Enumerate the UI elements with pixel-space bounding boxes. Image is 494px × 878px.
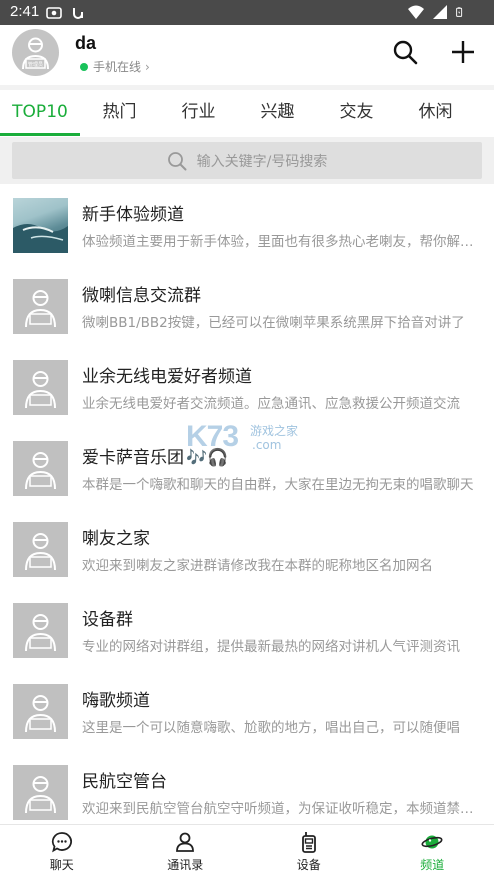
nav-chat[interactable]: 聊天: [0, 825, 124, 878]
walkie-talkie-icon: [301, 832, 316, 853]
channel-name: 微喇信息交流群: [82, 286, 201, 306]
nav-device-label: 设备: [296, 858, 321, 872]
category-tabs: TOP10 热门 行业 兴趣 交友 休闲: [0, 90, 494, 137]
channel-list: 新手体验频道 体验频道主要用于新手体验，里面也有很多热心老喇友，帮你解答各种问题…: [0, 184, 494, 824]
search-icon: [167, 151, 187, 170]
channel-name: 设备群: [82, 610, 133, 630]
tab-leisure[interactable]: 休闲: [396, 90, 475, 137]
channel-avatar-photo: [13, 198, 68, 253]
list-item[interactable]: 爱卡萨音乐团 🎶🎧 本群是一个嗨歌和聊天的自由群，大家在里边无拘无束的唱歌聊天: [0, 427, 494, 508]
list-item[interactable]: 设备群 专业的网络对讲群组，提供最新最热的网络对讲机人气评测资讯: [0, 589, 494, 670]
channel-avatar: [13, 684, 68, 739]
list-item[interactable]: 业余无线电爱好者频道 业余无线电爱好者交流频道。应急通讯、应急救援公开频道交流: [0, 346, 494, 427]
planet-icon: [421, 835, 443, 849]
default-avatar-icon: [25, 614, 56, 652]
channel-desc: 欢迎来到喇友之家进群请修改我在本群的昵称地区名加网名: [82, 558, 433, 574]
channel-desc: 业余无线电爱好者交流频道。应急通讯、应急救援公开频道交流: [82, 396, 460, 412]
default-avatar-icon: [25, 290, 56, 328]
chevron-right-icon: ›: [145, 59, 150, 74]
default-avatar-icon: [25, 533, 56, 571]
chat-bubble-icon: [51, 832, 72, 853]
tab-industry[interactable]: 行业: [159, 90, 238, 137]
tab-interest[interactable]: 兴趣: [238, 90, 317, 137]
online-dot: [80, 62, 88, 71]
user-avatar[interactable]: 管理员: [12, 29, 59, 76]
user-avatar-icon: 管理员: [22, 37, 49, 70]
channel-name: 民航空管台: [82, 772, 167, 792]
bottom-nav: 聊天 通讯录 设备 频道: [0, 824, 494, 878]
wifi-icon: [408, 5, 424, 19]
channel-avatar: [13, 360, 68, 415]
online-status-text: 手机在线: [93, 60, 142, 74]
nav-channel-label: 频道: [420, 858, 445, 872]
radio-icon: [46, 7, 62, 19]
list-item[interactable]: 喇友之家 欢迎来到喇友之家进群请修改我在本群的昵称地区名加网名: [0, 508, 494, 589]
nav-device[interactable]: 设备: [247, 825, 371, 878]
list-item[interactable]: 微喇信息交流群 微喇BB1/BB2按键，已经可以在微喇苹果系统黑屏下拾音对讲了: [0, 265, 494, 346]
channel-name: 爱卡萨音乐团 🎶🎧: [82, 443, 228, 468]
channel-avatar: [13, 765, 68, 820]
channel-avatar: [13, 522, 68, 577]
add-icon[interactable]: [450, 39, 476, 65]
battery-icon: [456, 7, 463, 17]
nav-contacts-label: 通讯录: [167, 858, 204, 872]
channel-desc: 这里是一个可以随意嗨歌、尬歌的地方，唱出自己，可以随便唱: [82, 720, 460, 736]
app-header: 管理员 da 手机在线 ›: [0, 25, 494, 85]
search-icon[interactable]: [392, 39, 418, 65]
channel-desc: 专业的网络对讲群组，提供最新最热的网络对讲机人气评测资讯: [82, 639, 460, 655]
default-avatar-icon: [25, 371, 56, 409]
channel-desc: 微喇BB1/BB2按键，已经可以在微喇苹果系统黑屏下拾音对讲了: [82, 315, 465, 331]
default-avatar-icon: [25, 695, 56, 733]
channel-avatar: [13, 603, 68, 658]
avatar-badge-text: 管理员: [28, 61, 43, 68]
default-avatar-icon: [25, 776, 56, 814]
online-status[interactable]: 手机在线 ›: [80, 58, 150, 75]
status-bar: 2:41: [0, 0, 494, 25]
music-headphones-icon: 🎶🎧: [186, 448, 229, 468]
sync-icon: [73, 8, 83, 19]
channel-name: 业余无线电爱好者频道: [82, 367, 252, 387]
list-item[interactable]: 嗨歌频道 这里是一个可以随意嗨歌、尬歌的地方，唱出自己，可以随便唱: [0, 670, 494, 751]
channel-name: 新手体验频道: [82, 205, 184, 225]
username: da: [75, 33, 97, 53]
channel-desc: 体验频道主要用于新手体验，里面也有很多热心老喇友，帮你解答各种问题: [82, 234, 478, 250]
channel-name: 喇友之家: [82, 529, 150, 549]
contacts-icon: [176, 832, 195, 852]
nav-chat-label: 聊天: [49, 858, 74, 872]
signal-icon: [433, 5, 447, 19]
channel-desc: 欢迎来到民航空管台航空守听频道，为保证收听稳定，本频道禁止发言: [82, 801, 478, 817]
search-input[interactable]: 输入关键字/号码搜索: [12, 142, 482, 179]
channel-avatar: [13, 441, 68, 496]
nav-contacts[interactable]: 通讯录: [124, 825, 248, 878]
default-avatar-icon: [25, 452, 56, 490]
channel-avatar: [13, 279, 68, 334]
tab-friends[interactable]: 交友: [317, 90, 396, 137]
tab-hot[interactable]: 热门: [80, 90, 159, 137]
nav-channel[interactable]: 频道: [371, 825, 494, 878]
tab-top10[interactable]: TOP10: [0, 90, 80, 137]
channel-name-text: 爱卡萨音乐团: [82, 448, 184, 468]
status-time: 2:41: [10, 3, 40, 20]
search-placeholder: 输入关键字/号码搜索: [196, 153, 328, 170]
list-item[interactable]: 民航空管台 欢迎来到民航空管台航空守听频道，为保证收听稳定，本频道禁止发言: [0, 751, 494, 824]
channel-desc: 本群是一个嗨歌和聊天的自由群，大家在里边无拘无束的唱歌聊天: [82, 477, 474, 493]
list-item[interactable]: 新手体验频道 体验频道主要用于新手体验，里面也有很多热心老喇友，帮你解答各种问题: [0, 184, 494, 265]
channel-name: 嗨歌频道: [82, 691, 150, 711]
